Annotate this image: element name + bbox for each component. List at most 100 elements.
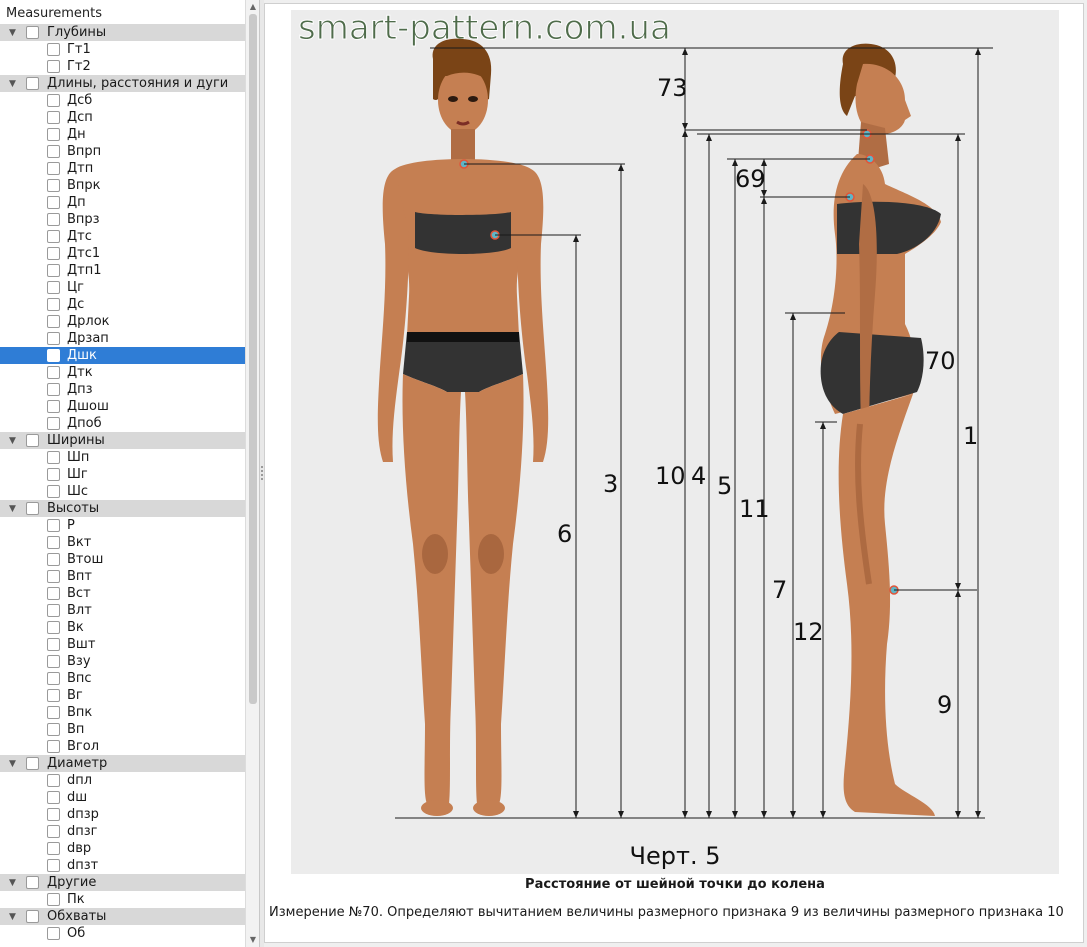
row-checkbox[interactable] — [47, 638, 60, 651]
tree-item-row[interactable]: dш — [0, 789, 245, 806]
tree-item-row[interactable]: Дсб — [0, 92, 245, 109]
row-checkbox[interactable] — [47, 825, 60, 838]
row-checkbox[interactable] — [47, 655, 60, 668]
row-checkbox[interactable] — [47, 604, 60, 617]
row-checkbox[interactable] — [47, 485, 60, 498]
tree-item-row[interactable]: Дтп — [0, 160, 245, 177]
expand-arrow-icon[interactable]: ▼ — [9, 501, 16, 518]
scrollbar-thumb[interactable] — [249, 14, 257, 704]
row-checkbox[interactable] — [47, 247, 60, 260]
row-checkbox[interactable] — [47, 349, 60, 362]
tree-item-row[interactable]: Вп — [0, 721, 245, 738]
tree-item-row[interactable]: Шг — [0, 466, 245, 483]
row-checkbox[interactable] — [47, 740, 60, 753]
tree-group-row[interactable]: ▼ Глубины — [0, 24, 245, 41]
tree-item-row[interactable]: Шп — [0, 449, 245, 466]
tree-item-row[interactable]: Дтс — [0, 228, 245, 245]
row-checkbox[interactable] — [47, 383, 60, 396]
tree-item-row[interactable]: Шс — [0, 483, 245, 500]
row-checkbox[interactable] — [47, 128, 60, 141]
row-checkbox[interactable] — [47, 842, 60, 855]
row-checkbox[interactable] — [47, 179, 60, 192]
expand-arrow-icon[interactable]: ▼ — [9, 756, 16, 773]
tree-item-row[interactable]: Дс — [0, 296, 245, 313]
row-checkbox[interactable] — [47, 927, 60, 940]
tree-item-row[interactable]: dвр — [0, 840, 245, 857]
measurements-tree[interactable]: ▼ Глубины Гт1 Гт2 ▼ Длины, расстояния и дуги Д… — [0, 24, 245, 944]
tree-item-row[interactable]: Впрп — [0, 143, 245, 160]
row-checkbox[interactable] — [47, 230, 60, 243]
tree-item-row[interactable]: Цг — [0, 279, 245, 296]
tree-item-row[interactable]: Дпз — [0, 381, 245, 398]
row-checkbox[interactable] — [26, 502, 39, 515]
row-checkbox[interactable] — [26, 757, 39, 770]
row-checkbox[interactable] — [26, 876, 39, 889]
row-checkbox[interactable] — [26, 26, 39, 39]
row-checkbox[interactable] — [47, 553, 60, 566]
tree-item-row[interactable]: Впк — [0, 704, 245, 721]
row-checkbox[interactable] — [47, 145, 60, 158]
tree-item-row[interactable]: Вк — [0, 619, 245, 636]
expand-arrow-icon[interactable]: ▼ — [9, 76, 16, 93]
tree-scrollbar[interactable]: ▲ ▼ — [245, 0, 259, 947]
tree-item-row[interactable]: Дсп — [0, 109, 245, 126]
tree-item-row[interactable]: Пк — [0, 891, 245, 908]
row-checkbox[interactable] — [47, 60, 60, 73]
row-checkbox[interactable] — [47, 315, 60, 328]
row-checkbox[interactable] — [47, 281, 60, 294]
row-checkbox[interactable] — [47, 264, 60, 277]
tree-item-row[interactable]: Вшт — [0, 636, 245, 653]
tree-item-row[interactable]: Дшк — [0, 347, 245, 364]
row-checkbox[interactable] — [47, 111, 60, 124]
tree-item-row[interactable]: Дтп1 — [0, 262, 245, 279]
tree-item-row[interactable]: Гт2 — [0, 58, 245, 75]
row-checkbox[interactable] — [47, 791, 60, 804]
row-checkbox[interactable] — [47, 213, 60, 226]
row-checkbox[interactable] — [47, 689, 60, 702]
tree-item-row[interactable]: Вст — [0, 585, 245, 602]
tree-item-row[interactable]: Впт — [0, 568, 245, 585]
tree-group-row[interactable]: ▼ Другие — [0, 874, 245, 891]
row-checkbox[interactable] — [47, 451, 60, 464]
row-checkbox[interactable] — [47, 162, 60, 175]
tree-item-row[interactable]: Дп — [0, 194, 245, 211]
tree-item-row[interactable]: Дрзап — [0, 330, 245, 347]
tree-group-row[interactable]: ▼ Обхваты — [0, 908, 245, 925]
tree-item-row[interactable]: Дн — [0, 126, 245, 143]
tree-item-row[interactable]: Втош — [0, 551, 245, 568]
tree-item-row[interactable]: Вг — [0, 687, 245, 704]
tree-item-row[interactable]: Впрк — [0, 177, 245, 194]
row-checkbox[interactable] — [47, 893, 60, 906]
tree-item-row[interactable]: dпзт — [0, 857, 245, 874]
tree-item-row[interactable]: Дтк — [0, 364, 245, 381]
row-checkbox[interactable] — [47, 723, 60, 736]
tree-item-row[interactable]: Вгол — [0, 738, 245, 755]
scroll-up-icon[interactable]: ▲ — [248, 2, 258, 12]
expand-arrow-icon[interactable]: ▼ — [9, 25, 16, 42]
tree-group-row[interactable]: ▼ Высоты — [0, 500, 245, 517]
row-checkbox[interactable] — [47, 417, 60, 430]
row-checkbox[interactable] — [47, 400, 60, 413]
tree-group-row[interactable]: ▼ Ширины — [0, 432, 245, 449]
row-checkbox[interactable] — [47, 808, 60, 821]
tree-item-row[interactable]: Дшош — [0, 398, 245, 415]
row-checkbox[interactable] — [47, 298, 60, 311]
row-checkbox[interactable] — [26, 910, 39, 923]
tree-item-row[interactable]: Дрлок — [0, 313, 245, 330]
row-checkbox[interactable] — [47, 672, 60, 685]
row-checkbox[interactable] — [47, 774, 60, 787]
row-checkbox[interactable] — [47, 519, 60, 532]
row-checkbox[interactable] — [47, 706, 60, 719]
row-checkbox[interactable] — [47, 94, 60, 107]
row-checkbox[interactable] — [26, 77, 39, 90]
tree-item-row[interactable]: Вкт — [0, 534, 245, 551]
expand-arrow-icon[interactable]: ▼ — [9, 433, 16, 450]
tree-item-row[interactable]: dпл — [0, 772, 245, 789]
tree-item-row[interactable]: Влт — [0, 602, 245, 619]
tree-item-row[interactable]: Гт1 — [0, 41, 245, 58]
tree-item-row[interactable]: Дпоб — [0, 415, 245, 432]
scroll-down-icon[interactable]: ▼ — [248, 935, 258, 945]
row-checkbox[interactable] — [47, 366, 60, 379]
row-checkbox[interactable] — [47, 587, 60, 600]
tree-item-row[interactable]: Взу — [0, 653, 245, 670]
